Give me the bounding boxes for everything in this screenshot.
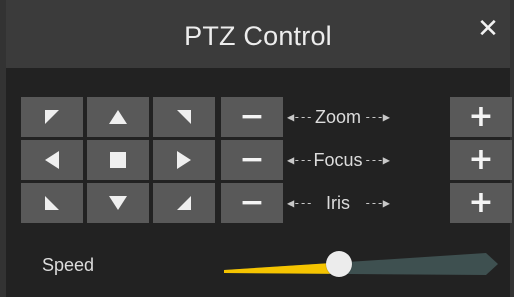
minus-icon: − <box>239 185 265 220</box>
stop-square-icon <box>110 152 126 168</box>
arrow-right-dashed-icon: ---▶ <box>364 110 390 124</box>
arrow-right-dashed-icon: ---▶ <box>364 153 390 167</box>
title-bar: PTZ Control ✕ <box>6 0 510 68</box>
arrow-down-icon <box>109 196 127 210</box>
iris-row-label: ◀--- Iris ---▶ <box>287 183 390 223</box>
iris-open-button[interactable]: + <box>450 183 512 223</box>
pan-down-left-button[interactable] <box>21 183 83 223</box>
arrow-up-right-icon <box>177 110 191 124</box>
zoom-out-button[interactable]: − <box>221 97 283 137</box>
arrow-right-icon <box>177 151 191 169</box>
pan-stop-button[interactable] <box>87 140 149 180</box>
arrow-down-left-icon <box>45 196 59 210</box>
pan-down-button[interactable] <box>87 183 149 223</box>
arrow-up-left-icon <box>45 110 59 124</box>
slider-track <box>224 253 498 275</box>
minus-icon: − <box>239 142 265 177</box>
pan-right-button[interactable] <box>153 140 215 180</box>
plus-icon: + <box>468 185 494 220</box>
dialog-title: PTZ Control <box>184 21 332 51</box>
pan-up-button[interactable] <box>87 97 149 137</box>
pan-down-right-button[interactable] <box>153 183 215 223</box>
zoom-in-button[interactable]: + <box>450 97 512 137</box>
arrow-down-right-icon <box>177 196 191 210</box>
minus-icon: − <box>239 99 265 134</box>
arrow-left-icon <box>45 151 59 169</box>
ptz-control-dialog: PTZ Control ✕ − ◀--- Zoom ---▶ + − ◀--- … <box>0 0 514 297</box>
focus-near-button[interactable]: − <box>221 140 283 180</box>
iris-close-button[interactable]: − <box>221 183 283 223</box>
arrow-right-dashed-icon: ---▶ <box>364 196 390 210</box>
arrow-up-icon <box>109 110 127 124</box>
zoom-row-label: ◀--- Zoom ---▶ <box>287 97 390 137</box>
pan-up-right-button[interactable] <box>153 97 215 137</box>
pan-up-left-button[interactable] <box>21 97 83 137</box>
pan-left-button[interactable] <box>21 140 83 180</box>
close-button[interactable]: ✕ <box>474 13 502 45</box>
plus-icon: + <box>468 99 494 134</box>
focus-row-label: ◀--- Focus ---▶ <box>287 140 390 180</box>
speed-slider[interactable] <box>224 249 498 279</box>
plus-icon: + <box>468 142 494 177</box>
speed-label: Speed <box>42 255 95 275</box>
focus-far-button[interactable]: + <box>450 140 512 180</box>
